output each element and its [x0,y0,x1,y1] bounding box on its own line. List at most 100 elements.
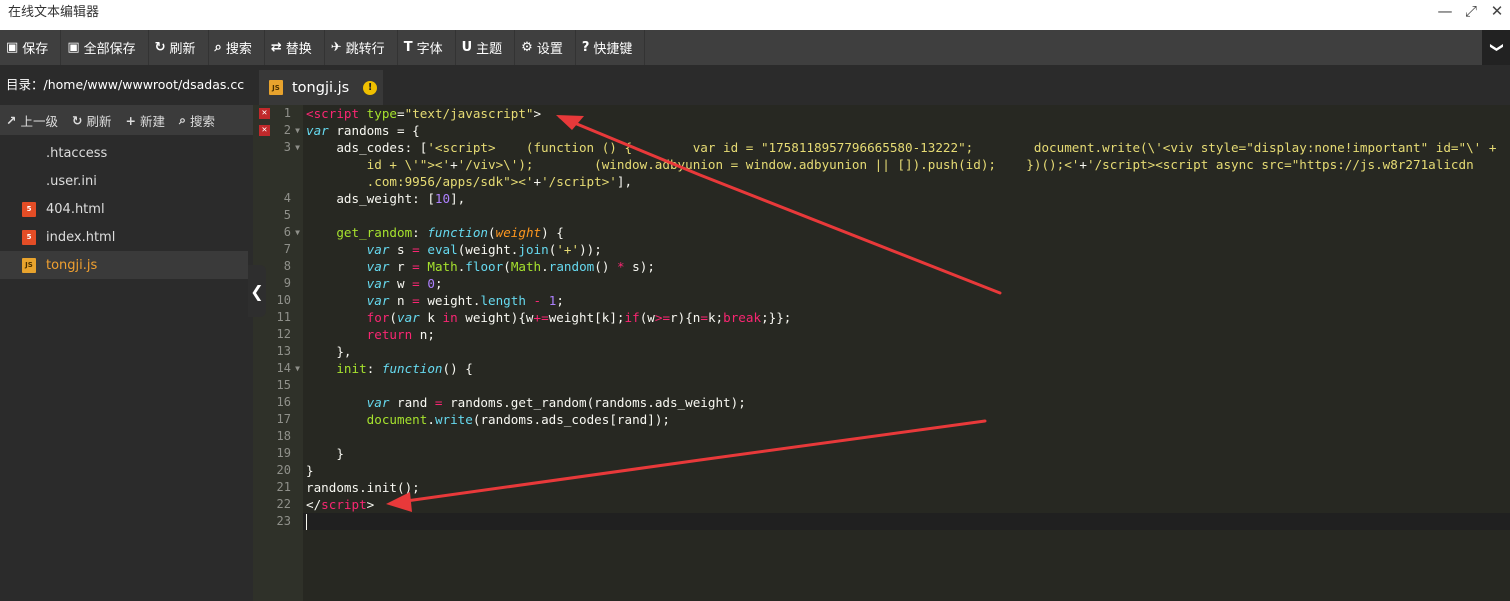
line-number-text: 7 [283,242,291,256]
fold-arrow-icon[interactable]: ▼ [295,139,300,156]
line-number-text: 21 [276,480,291,494]
shortcuts-button[interactable]: ? 快捷键 [576,30,646,65]
code-line: var randoms = { [306,123,420,138]
active-line-highlight [303,513,1510,530]
line-number-text: 12 [276,327,291,341]
goto-line-button[interactable]: ✈ 跳转行 [325,30,398,65]
file-item[interactable]: 5 index.html [0,223,248,251]
toolbar: ▣ 保存 ▣ 全部保存 ↻ 刷新 ⌕ 搜索 ⇄ 替换 ✈ 跳转行 T 字体 U 主题 ⚙ 设置 ?… [0,30,1510,65]
line-number-text: 15 [276,378,291,392]
replace-button[interactable]: ⇄ 替换 [265,30,325,65]
js-file-icon: JS [269,80,283,95]
fold-arrow-icon[interactable]: ▼ [295,122,300,139]
title-bar: 在线文本编辑器 — ⤢ ✕ [0,0,1510,30]
close-button[interactable]: ✕ [1484,0,1510,22]
search-icon: ⌕ [214,40,222,55]
line-number-text: 10 [276,293,291,307]
warning-icon: ! [363,80,378,95]
line-number-text: 19 [276,446,291,460]
share-icon: ↗ [6,112,17,128]
tab-label: tongji.js [292,79,350,96]
line-number-text: 20 [276,463,291,477]
line-number [253,173,303,190]
line-number-text: 14 [276,361,291,375]
file-list: .htaccess .user.ini 5 404.html 5 index.htm… [0,135,253,279]
line-number: 7 [253,241,303,258]
file-item[interactable]: .user.ini [0,167,248,195]
code-line: var r = Math.floor(Math.random() * s); [366,259,655,274]
tab-tongji-js[interactable]: JS tongji.js ! [259,70,383,105]
maximize-button[interactable]: ⤢ [1458,0,1484,22]
plus-icon: + [125,112,136,128]
chevron-down-icon[interactable]: ❯ [1482,30,1510,65]
refresh-button[interactable]: ↻ 刷新 [149,30,209,65]
error-icon[interactable]: ✕ [259,108,270,119]
line-number: 14 ▼ [253,360,303,377]
sidebar-refresh-label: 刷新 [86,113,112,129]
file-name: tongji.js [46,257,98,273]
window-title: 在线文本编辑器 [8,5,100,20]
line-number: 5 [253,207,303,224]
minimize-button[interactable]: — [1432,0,1458,22]
new-file-button[interactable]: + 新建 [120,111,174,130]
line-number-text: 22 [276,497,291,511]
code-line: document.write(randoms.ads_codes[rand]); [366,412,670,427]
code-line: var w = 0; [366,276,443,291]
file-item[interactable]: 5 404.html [0,195,248,223]
line-number-text: 13 [276,344,291,358]
fold-arrow-icon[interactable]: ▼ [295,360,300,377]
code-line: } [306,463,314,478]
fold-arrow-icon[interactable]: ▼ [295,224,300,241]
settings-label: 设置 [536,42,563,57]
file-item-active[interactable]: JS tongji.js [0,251,248,279]
up-level-button[interactable]: ↗ 上一级 [0,111,66,130]
error-icon[interactable]: ✕ [259,125,270,136]
file-item[interactable]: .htaccess [0,139,248,167]
code-line: init: function() { [336,361,473,376]
line-number: 19 [253,445,303,462]
line-number: 13 [253,343,303,360]
line-number-text: 17 [276,412,291,426]
save-all-button[interactable]: ▣ 全部保存 [61,30,149,65]
sidebar-collapse-handle[interactable]: ❮ [248,265,266,317]
line-number: 16 [253,394,303,411]
line-number-gutter: ✕ 1 ✕ 2 ▼ 3 ▼ 4 5 6 ▼ 7 8 9 10 11 12 13 14 ▼ 15 16 17 18 19 20 21 2… [253,105,303,601]
font-button[interactable]: T 字体 [398,30,456,65]
line-number: 6 ▼ [253,224,303,241]
refresh-icon: ↻ [72,112,83,128]
code-line: var s = eval(weight.join('+')); [366,242,602,257]
line-number: 23 [253,513,303,530]
file-icon [22,174,36,189]
code-editor[interactable]: <script type="text/javascript"> var rand… [303,105,1510,601]
line-number: 12 [253,326,303,343]
line-number: 21 [253,479,303,496]
new-file-label: 新建 [139,113,165,129]
code-line: randoms.init(); [306,480,420,495]
js-file-icon: JS [22,257,36,273]
text-icon: T [403,40,413,55]
code-line: ads_weight: [10], [306,191,466,206]
line-number: 20 [253,462,303,479]
directory-path: 目录：/home/www/wwwroot/dsadas.cc [0,65,253,105]
save-button[interactable]: ▣ 保存 [0,30,62,65]
line-number: 4 [253,190,303,207]
sidebar-refresh-button[interactable]: ↻ 刷新 [66,111,120,130]
search-button[interactable]: ⌕ 搜索 [209,30,265,65]
refresh-label: 刷新 [169,42,196,57]
sidebar-search-button[interactable]: ⌕ 搜索 [173,111,223,130]
floppy-stack-icon: ▣ [67,40,80,55]
gear-icon: ⚙ [521,40,533,55]
line-number: 17 [253,411,303,428]
html5-icon: 5 [22,229,36,245]
code-line: } [306,446,344,461]
theme-button[interactable]: U 主题 [456,30,516,65]
code-line: <script type="text/javascript"> [306,106,542,121]
code-line: for(var k in weight){w+=weight[k];if(w>=… [366,310,792,325]
line-number-text: 9 [283,276,291,290]
line-number-text: 23 [276,514,291,528]
settings-button[interactable]: ⚙ 设置 [515,30,576,65]
collapse-glyph: ❯ [1488,42,1504,53]
code-line: return n; [366,327,435,342]
save-label: 保存 [22,42,49,57]
font-label: 字体 [416,42,443,57]
